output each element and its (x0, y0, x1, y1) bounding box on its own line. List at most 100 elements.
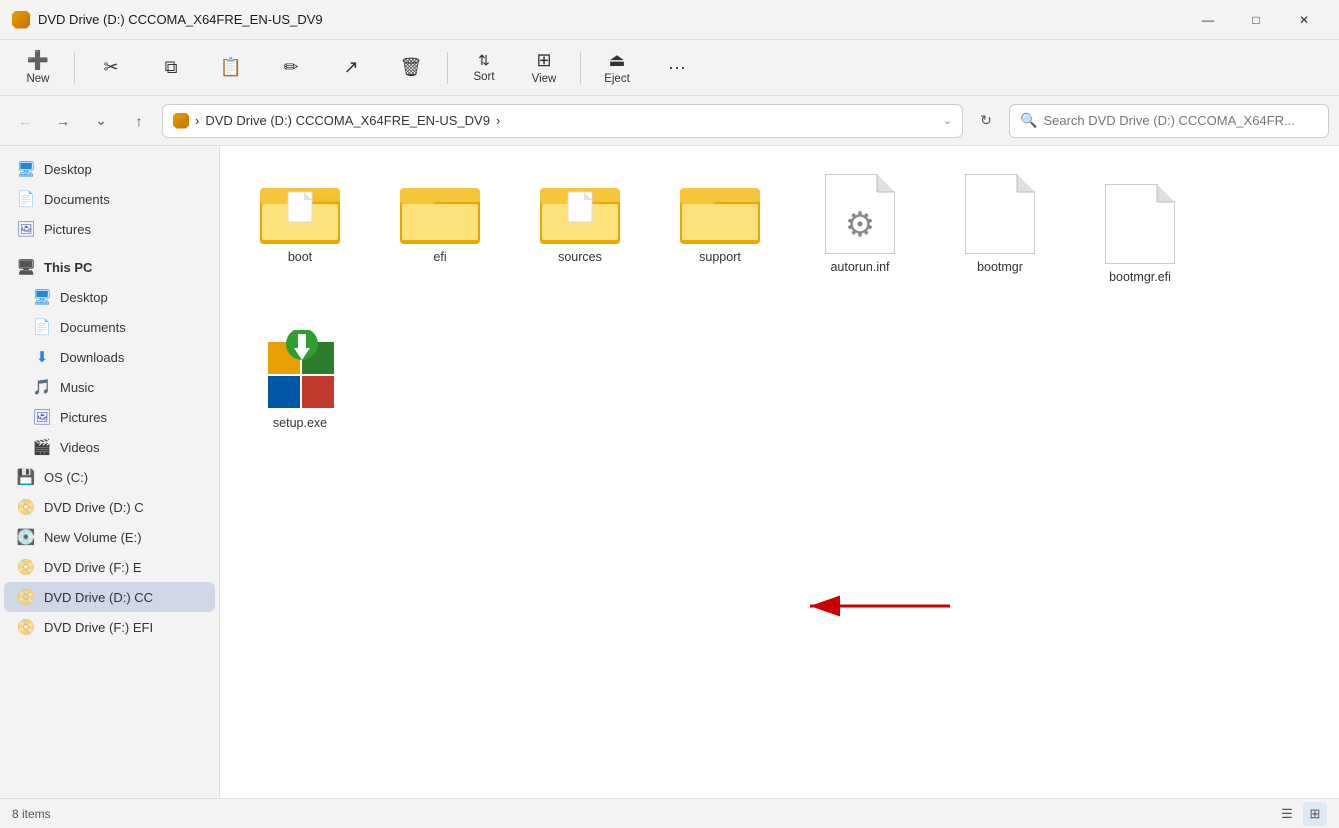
file-setup[interactable]: setup.exe (240, 322, 360, 438)
refresh-button[interactable]: ↻ (971, 106, 1001, 136)
folder-sources[interactable]: sources (520, 166, 640, 292)
content-area: boot efi sources (220, 146, 1339, 798)
toolbar-sep-2 (447, 52, 448, 84)
close-button[interactable]: ✕ (1281, 5, 1327, 35)
grid-view-button[interactable]: ⊞ (1303, 802, 1327, 826)
sidebar-item-music-pc[interactable]: 🎵 Music (20, 372, 215, 402)
sidebar-item-dvd-d-active[interactable]: 📀 DVD Drive (D:) CC (4, 582, 215, 612)
rename-button[interactable]: ✏ (263, 44, 319, 92)
sidebar-label-os-c: OS (C:) (44, 470, 88, 485)
folder-support-label: support (699, 250, 741, 264)
sidebar-label-thispc: This PC (44, 260, 92, 275)
file-bootmgr[interactable]: bootmgr (940, 166, 1060, 292)
statusbar-view-controls: ☰ ⊞ (1275, 802, 1327, 826)
documents-qa-icon: 📄 (16, 189, 36, 209)
copy-icon: ⧉ (165, 57, 178, 78)
sidebar-item-pictures-pc[interactable]: 🖼 Pictures (20, 402, 215, 432)
sidebar-item-dvd-f-more[interactable]: 📀 DVD Drive (F:) EFI (4, 612, 215, 642)
sidebar-label-documents-qa: Documents (44, 192, 110, 207)
sort-button[interactable]: ⇅ Sort (456, 44, 512, 92)
sidebar-item-downloads-pc[interactable]: ⬇ Downloads (20, 342, 215, 372)
recent-button[interactable]: ⌄ (86, 106, 116, 136)
view-icon: ⊞ (536, 50, 551, 71)
sidebar-label-new-vol-e: New Volume (E:) (44, 530, 142, 545)
sidebar-item-new-vol-e[interactable]: 💽 New Volume (E:) (4, 522, 215, 552)
main-area: 🖥 Desktop 📄 Documents 🖼 Pictures 🖥 This … (0, 146, 1339, 798)
folder-support[interactable]: support (660, 166, 780, 292)
sidebar-item-dvd-d[interactable]: 📀 DVD Drive (D:) C (4, 492, 215, 522)
sidebar-label-dvd-d-active: DVD Drive (D:) CC (44, 590, 153, 605)
path-arrow: › (496, 113, 500, 128)
videos-pc-icon: 🎬 (32, 437, 52, 457)
folder-efi[interactable]: efi (380, 166, 500, 292)
sidebar-item-thispc[interactable]: 🖥 This PC (4, 252, 215, 282)
delete-button[interactable]: 🗑 (383, 44, 439, 92)
minimize-button[interactable]: — (1185, 5, 1231, 35)
sidebar-item-dvd-f[interactable]: 📀 DVD Drive (F:) E (4, 552, 215, 582)
eject-button[interactable]: ⏏ Eject (589, 44, 645, 92)
forward-button[interactable]: → (48, 106, 78, 136)
sort-icon: ⇅ (478, 52, 490, 69)
cut-button[interactable]: ✂ (83, 44, 139, 92)
desktop-pc-icon: 🖥 (32, 287, 52, 307)
file-autorun[interactable]: ⚙ autorun.inf (800, 166, 920, 292)
sidebar-item-documents-pc[interactable]: 📄 Documents (20, 312, 215, 342)
sidebar-item-os-c[interactable]: 💾 OS (C:) (4, 462, 215, 492)
sidebar-label-dvd-f: DVD Drive (F:) E (44, 560, 142, 575)
sidebar-label-music-pc: Music (60, 380, 94, 395)
maximize-button[interactable]: □ (1233, 5, 1279, 35)
sidebar-item-pictures-qa[interactable]: 🖼 Pictures (4, 214, 215, 244)
sidebar-item-desktop-qa[interactable]: 🖥 Desktop (4, 154, 215, 184)
setup-icon (260, 330, 340, 410)
folder-boot[interactable]: boot (240, 166, 360, 292)
up-button[interactable]: ↑ (124, 106, 154, 136)
autorun-icon: ⚙ (825, 174, 895, 254)
list-view-button[interactable]: ☰ (1275, 802, 1299, 826)
sidebar-label-pictures-qa: Pictures (44, 222, 91, 237)
sidebar-item-videos-pc[interactable]: 🎬 Videos (20, 432, 215, 462)
path-drive-icon (173, 113, 189, 129)
sidebar-label-dvd-d: DVD Drive (D:) C (44, 500, 144, 515)
new-button[interactable]: ➕ New (10, 44, 66, 92)
file-bootmgr-efi[interactable]: bootmgr.efi (1080, 176, 1200, 292)
address-chevron-icon[interactable]: ⌄ (943, 114, 952, 127)
view-button[interactable]: ⊞ View (516, 44, 572, 92)
documents-pc-icon: 📄 (32, 317, 52, 337)
share-button[interactable]: ↗ (323, 44, 379, 92)
downloads-pc-icon: ⬇ (32, 347, 52, 367)
dvd-f-icon: 📀 (16, 557, 36, 577)
sidebar: 🖥 Desktop 📄 Documents 🖼 Pictures 🖥 This … (0, 146, 220, 798)
view-label: View (532, 73, 557, 85)
window-title: DVD Drive (D:) CCCOMA_X64FRE_EN-US_DV9 (38, 12, 323, 27)
sidebar-label-desktop-qa: Desktop (44, 162, 92, 177)
item-count: 8 items (12, 807, 51, 821)
search-box[interactable]: 🔍 (1009, 104, 1329, 138)
bootmgr-icon (965, 174, 1035, 254)
cut-icon: ✂ (103, 57, 118, 78)
arrow-annotation (790, 566, 970, 646)
folder-boot-icon (260, 174, 340, 244)
copy-button[interactable]: ⧉ (143, 44, 199, 92)
file-bootmgr-efi-label: bootmgr.efi (1109, 270, 1171, 284)
more-button[interactable]: ··· (649, 44, 705, 92)
sidebar-item-documents-qa[interactable]: 📄 Documents (4, 184, 215, 214)
titlebar: DVD Drive (D:) CCCOMA_X64FRE_EN-US_DV9 —… (0, 0, 1339, 40)
statusbar: 8 items ☰ ⊞ (0, 798, 1339, 828)
music-pc-icon: 🎵 (32, 377, 52, 397)
window-controls: — □ ✕ (1185, 5, 1327, 35)
dvd-f-more-icon: 📀 (16, 617, 36, 637)
paste-button[interactable]: 📋 (203, 44, 259, 92)
search-input[interactable] (1043, 113, 1318, 128)
search-icon: 🔍 (1020, 112, 1037, 129)
breadcrumb-text: DVD Drive (D:) CCCOMA_X64FRE_EN-US_DV9 (205, 113, 490, 128)
sidebar-item-desktop-pc[interactable]: 🖥 Desktop (20, 282, 215, 312)
sidebar-label-documents-pc: Documents (60, 320, 126, 335)
titlebar-left: DVD Drive (D:) CCCOMA_X64FRE_EN-US_DV9 (12, 11, 323, 29)
desktop-qa-icon: 🖥 (16, 159, 36, 179)
back-button[interactable]: ← (10, 106, 40, 136)
toolbar-sep-3 (580, 52, 581, 84)
new-icon: ➕ (27, 50, 49, 71)
address-path[interactable]: › DVD Drive (D:) CCCOMA_X64FRE_EN-US_DV9… (162, 104, 963, 138)
sidebar-label-videos-pc: Videos (60, 440, 100, 455)
sidebar-label-downloads-pc: Downloads (60, 350, 124, 365)
